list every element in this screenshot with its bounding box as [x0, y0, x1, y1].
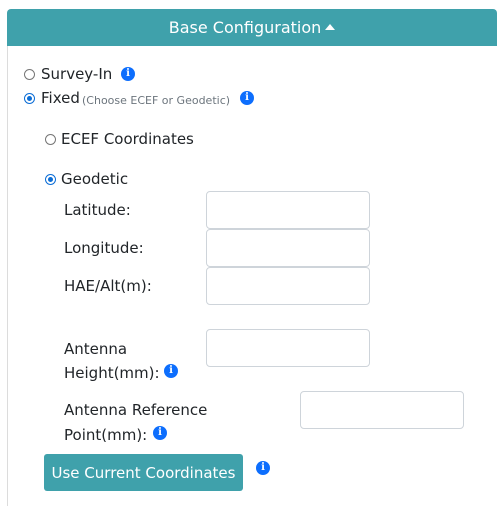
survey-in-info-icon[interactable]: i	[121, 67, 135, 81]
antenna-ref-label-line2: Point(mm):	[64, 426, 148, 444]
ecef-label[interactable]: ECEF Coordinates	[61, 130, 194, 148]
antenna-ref-label-line1: Antenna Reference	[64, 401, 208, 419]
antenna-ref-input[interactable]	[300, 391, 464, 429]
ecef-radio[interactable]	[45, 134, 56, 145]
longitude-label: Longitude:	[64, 239, 144, 257]
latitude-input[interactable]	[206, 191, 370, 229]
fixed-hint: (Choose ECEF or Geodetic)	[82, 94, 231, 107]
geodetic-radio[interactable]	[45, 174, 56, 185]
antenna-height-info-icon[interactable]: i	[164, 364, 178, 378]
header-title: Base Configuration	[168, 18, 322, 37]
fixed-radio[interactable]	[24, 93, 35, 104]
latitude-label: Latitude:	[64, 201, 131, 219]
hae-label: HAE/Alt(m):	[64, 277, 152, 295]
antenna-ref-info-icon[interactable]: i	[153, 426, 167, 440]
antenna-height-input[interactable]	[206, 329, 370, 367]
caret-up-icon	[325, 23, 336, 30]
hae-input[interactable]	[206, 267, 370, 305]
base-configuration-header[interactable]: Base Configuration	[7, 9, 497, 46]
survey-in-radio[interactable]	[24, 69, 35, 80]
longitude-input[interactable]	[206, 229, 370, 267]
use-current-coordinates-button[interactable]: Use Current Coordinates	[44, 454, 243, 491]
survey-in-label[interactable]: Survey-In	[41, 65, 112, 83]
panel-left-border	[7, 46, 8, 506]
antenna-height-label-line2: Height(mm):	[64, 364, 160, 382]
geodetic-label[interactable]: Geodetic	[61, 170, 128, 188]
fixed-info-icon[interactable]: i	[240, 91, 254, 105]
use-current-coordinates-info-icon[interactable]: i	[256, 461, 270, 475]
antenna-height-label-line1: Antenna	[64, 340, 128, 358]
base-configuration-panel: Base Configuration Survey-In i Fixed (Ch…	[0, 0, 497, 506]
fixed-label[interactable]: Fixed	[41, 89, 80, 107]
